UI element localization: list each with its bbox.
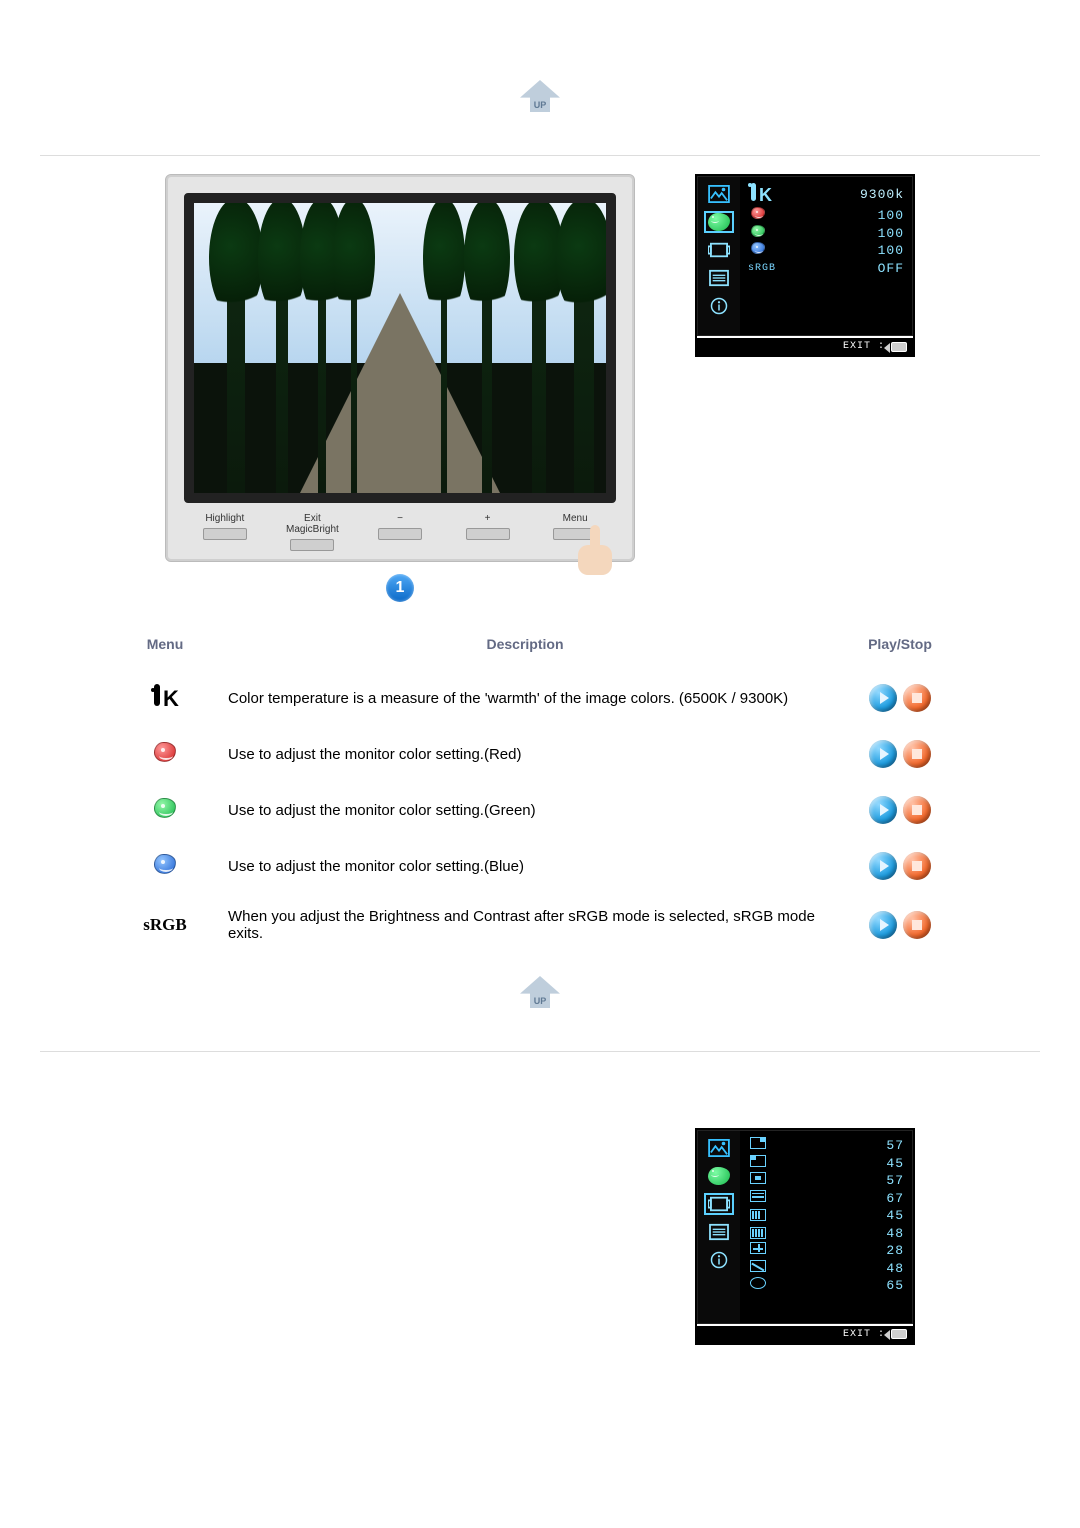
table-row: sRGB When you adjust the Brightness and …	[110, 894, 970, 956]
osd-val-srgb: OFF	[784, 260, 904, 278]
osd-exit-label: EXIT :	[843, 1329, 885, 1340]
play-button[interactable]	[869, 684, 897, 712]
callout-badge: 1	[386, 574, 414, 602]
bezel-label-minus: −	[397, 513, 403, 524]
osd-tab-color-icon	[704, 211, 734, 233]
up-arrow-icon	[520, 80, 560, 112]
play-button[interactable]	[869, 796, 897, 824]
geom-icon	[750, 1260, 766, 1272]
geom-icon	[750, 1155, 766, 1167]
up-link[interactable]	[40, 80, 1040, 115]
osd-val-green: 100	[776, 225, 904, 243]
up-arrow-icon	[520, 976, 560, 1008]
osd-tab-osd-icon	[704, 1221, 734, 1243]
play-button[interactable]	[869, 740, 897, 768]
geom-icon	[750, 1190, 766, 1202]
th-menu: Menu	[110, 626, 220, 670]
stop-button[interactable]	[903, 740, 931, 768]
stop-button[interactable]	[903, 796, 931, 824]
divider	[40, 1051, 1040, 1052]
geom-icon	[750, 1137, 766, 1149]
osd2-val: 48	[776, 1260, 904, 1278]
desc-cell: Use to adjust the monitor color setting.…	[220, 838, 830, 894]
osd-tab-color-icon	[704, 1165, 734, 1187]
desc-cell: When you adjust the Brightness and Contr…	[220, 894, 830, 956]
geom-icon	[750, 1227, 766, 1239]
th-desc: Description	[220, 626, 830, 670]
desc-cell: Use to adjust the monitor color setting.…	[220, 782, 830, 838]
osd-tab-picture-icon	[704, 1137, 734, 1159]
bezel-label-plus: +	[485, 513, 491, 524]
green-blob-icon	[154, 798, 176, 818]
bezel-label-menu: Menu	[563, 513, 588, 524]
osd-exit-key-icon	[891, 342, 907, 352]
osd-val-blue: 100	[776, 242, 904, 260]
osd2-val: 67	[776, 1190, 904, 1208]
bezel-label-exit: Exit MagicBright	[286, 513, 339, 535]
osd-val-red: 100	[776, 207, 904, 225]
srgb-label: sRGB	[143, 915, 186, 934]
osd2-val: 65	[776, 1277, 904, 1295]
osd-tab-info-icon	[704, 295, 734, 317]
blue-blob-icon	[154, 854, 176, 874]
monitor-illustration: Highlight Exit MagicBright − + Menu 1	[165, 174, 635, 602]
red-blob-icon	[154, 742, 176, 762]
stop-button[interactable]	[903, 852, 931, 880]
osd-tab-osd-icon	[704, 267, 734, 289]
divider	[40, 155, 1040, 156]
play-button[interactable]	[869, 911, 897, 939]
osd-image-panel: 57 45 57 67 45 48 28 48 65 EXIT :	[695, 1128, 915, 1345]
osd-exit-key-icon	[891, 1329, 907, 1339]
stop-button[interactable]	[903, 911, 931, 939]
osd-tab-picture-icon	[704, 183, 734, 205]
osd-srgb-label: sRGB	[748, 262, 776, 276]
osd2-val: 45	[776, 1207, 904, 1225]
osd-color-panel: K 9300k 100 100 100 sRGBOFF EXIT :	[695, 174, 915, 357]
osd-tab-image-icon	[704, 1193, 734, 1215]
osd2-val: 48	[776, 1225, 904, 1243]
geom-icon	[750, 1242, 766, 1254]
up-link[interactable]	[40, 976, 1040, 1011]
osd2-val: 45	[776, 1155, 904, 1173]
desc-cell: Use to adjust the monitor color setting.…	[220, 726, 830, 782]
table-row: Use to adjust the monitor color setting.…	[110, 838, 970, 894]
osd-tab-info-icon	[704, 1249, 734, 1271]
table-row: K Color temperature is a measure of the …	[110, 670, 970, 726]
desc-cell: Color temperature is a measure of the 'w…	[220, 670, 830, 726]
color-temp-icon: K	[151, 684, 179, 712]
play-button[interactable]	[869, 852, 897, 880]
osd2-val: 57	[776, 1172, 904, 1190]
osd-tab-image-icon	[704, 239, 734, 261]
geom-icon	[750, 1209, 766, 1221]
geom-icon	[750, 1277, 766, 1289]
osd-val-k: 9300k	[776, 186, 904, 204]
th-playstop: Play/Stop	[830, 626, 970, 670]
bezel-label-highlight: Highlight	[205, 513, 244, 524]
stop-button[interactable]	[903, 684, 931, 712]
feature-table: Menu Description Play/Stop K Color tempe…	[110, 626, 970, 956]
osd2-val: 28	[776, 1242, 904, 1260]
osd2-val: 57	[776, 1137, 904, 1155]
osd-exit-label: EXIT :	[843, 341, 885, 352]
geom-icon	[750, 1172, 766, 1184]
table-row: Use to adjust the monitor color setting.…	[110, 782, 970, 838]
table-row: Use to adjust the monitor color setting.…	[110, 726, 970, 782]
